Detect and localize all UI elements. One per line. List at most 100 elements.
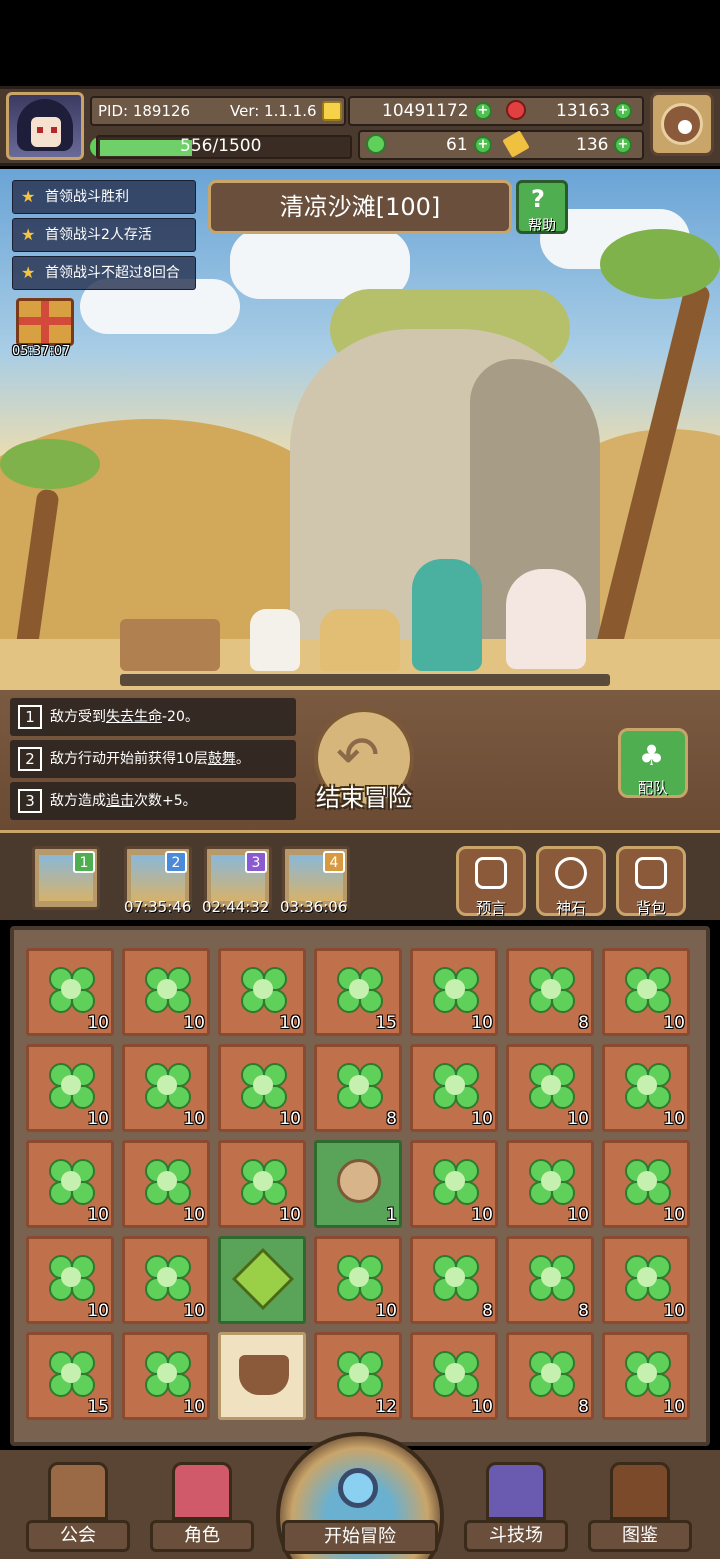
buff-number: 3	[18, 789, 42, 813]
sandcastle-enemy[interactable]	[320, 609, 400, 671]
inventory-cell[interactable]: 8	[506, 1332, 594, 1420]
end-adventure-button[interactable]: ↶ 结束冒险	[306, 708, 416, 816]
bunny-girl-character[interactable]	[412, 559, 482, 671]
inventory-cell[interactable]: 12	[314, 1332, 402, 1420]
godstone-button[interactable]: 神石	[536, 846, 606, 917]
team-button[interactable]: ♣ 配队	[618, 728, 688, 798]
cell-count: 8	[482, 1301, 493, 1321]
inventory-cell[interactable]: 10	[122, 1044, 210, 1132]
shell-icon	[337, 1159, 381, 1203]
clover-center	[541, 1363, 561, 1383]
buff-row: 1 敌方受到失去生命-20。	[10, 698, 296, 736]
buff-text: 敌方行动开始前获得10层	[50, 751, 208, 767]
clover-center	[61, 1075, 81, 1095]
inventory-cell[interactable]: 10	[602, 1236, 690, 1324]
slot-1[interactable]: 1	[32, 846, 100, 910]
add-clover-button[interactable]: +	[474, 136, 492, 154]
princess-character[interactable]	[506, 569, 586, 669]
prophecy-button[interactable]: 预言	[456, 846, 526, 917]
cell-count: 10	[663, 1397, 685, 1417]
inventory-cell[interactable]: 10	[26, 948, 114, 1036]
gem-amount: 13163	[556, 101, 611, 121]
godstone-icon	[555, 857, 587, 889]
picnic-basket	[120, 619, 220, 671]
slot-timer: 03:36:06	[280, 898, 348, 916]
clover-amount: 61	[446, 135, 468, 155]
cell-count: 10	[183, 1397, 205, 1417]
inventory-cell[interactable]: 10	[410, 1332, 498, 1420]
inventory-cell[interactable]: 8	[410, 1236, 498, 1324]
inventory-cell[interactable]: 8	[314, 1044, 402, 1132]
cell-count: 15	[375, 1013, 397, 1033]
inventory-cell[interactable]	[218, 1236, 306, 1324]
nav-start-adventure[interactable]: 开始冒险	[276, 1432, 444, 1559]
inventory-cell[interactable]: 15	[314, 948, 402, 1036]
inventory-cell[interactable]: 10	[122, 948, 210, 1036]
inventory-cell[interactable]: 10	[314, 1236, 402, 1324]
inventory-cell[interactable]: 1	[314, 1140, 402, 1228]
inventory-cell[interactable]: 10	[410, 948, 498, 1036]
nav-character[interactable]: 角色	[150, 1462, 254, 1556]
add-gem-button[interactable]: +	[614, 102, 632, 120]
inventory-cell[interactable]: 10	[602, 1044, 690, 1132]
inventory-cell[interactable]: 10	[122, 1236, 210, 1324]
clover-icon	[241, 967, 287, 1013]
inventory-cell[interactable]: 10	[410, 1140, 498, 1228]
return-arrow-icon: ↶	[336, 726, 380, 786]
clover-center	[445, 1267, 465, 1287]
settings-button[interactable]	[650, 92, 714, 156]
help-button[interactable]: ? 帮助	[516, 180, 568, 234]
inventory-cell[interactable]: 15	[26, 1332, 114, 1420]
inventory-cell[interactable]: 10	[410, 1044, 498, 1132]
nav-codex[interactable]: 图鉴	[588, 1462, 692, 1556]
inventory-cell[interactable]: 8	[506, 948, 594, 1036]
backpack-button[interactable]: 背包	[616, 846, 686, 917]
clover-icon	[145, 1255, 191, 1301]
clover-center	[61, 1363, 81, 1383]
inventory-cell[interactable]: 10	[602, 948, 690, 1036]
buff-keyword[interactable]: 追击	[106, 793, 134, 809]
inventory-cell[interactable]: 10	[122, 1332, 210, 1420]
inventory-cell[interactable]: 10	[122, 1140, 210, 1228]
add-ticket-button[interactable]: +	[614, 136, 632, 154]
team-label: 配队	[637, 779, 668, 797]
buff-keyword[interactable]: 鼓舞	[208, 751, 236, 767]
inventory-cell[interactable]: 10	[602, 1332, 690, 1420]
clover-center	[253, 1171, 273, 1191]
clover-icon	[625, 1159, 671, 1205]
clover-center	[61, 1171, 81, 1191]
clover-center	[61, 979, 81, 999]
buff-keyword[interactable]: 失去生命	[106, 709, 162, 725]
clover-center	[349, 1267, 369, 1287]
white-cat-character[interactable]	[250, 609, 300, 671]
inventory-cell[interactable]: 10	[506, 1140, 594, 1228]
inventory-cell[interactable]: 8	[506, 1236, 594, 1324]
clover-center	[445, 979, 465, 999]
stage-title: 清凉沙滩[100]	[208, 180, 512, 234]
slot-timer: 07:35:46	[124, 898, 192, 916]
inventory-cell[interactable]: 10	[26, 1140, 114, 1228]
nav-guild[interactable]: 公会	[26, 1462, 130, 1556]
inventory-cell[interactable]	[218, 1332, 306, 1420]
quest-item: ★ 首领战斗不超过8回合	[12, 256, 196, 290]
clover-center	[637, 1363, 657, 1383]
inventory-cell[interactable]: 10	[506, 1044, 594, 1132]
inventory-cell[interactable]: 10	[26, 1236, 114, 1324]
inventory-cell[interactable]: 10	[218, 948, 306, 1036]
clover-icon	[625, 967, 671, 1013]
inventory-cell[interactable]: 10	[218, 1044, 306, 1132]
inventory-cell[interactable]: 10	[26, 1044, 114, 1132]
player-avatar[interactable]	[6, 92, 84, 160]
clover-center	[157, 1171, 177, 1191]
cell-count: 10	[87, 1301, 109, 1321]
guild-house-icon	[48, 1462, 108, 1520]
clover-icon	[366, 134, 386, 154]
inventory-cell[interactable]: 10	[602, 1140, 690, 1228]
cell-count: 8	[578, 1301, 589, 1321]
inventory-cell[interactable]: 10	[218, 1140, 306, 1228]
nav-arena[interactable]: 斗技场	[464, 1462, 568, 1556]
add-gold-button[interactable]: +	[474, 102, 492, 120]
gift-box-button[interactable]	[16, 298, 74, 346]
cell-count: 10	[279, 1013, 301, 1033]
clover-center	[253, 979, 273, 999]
